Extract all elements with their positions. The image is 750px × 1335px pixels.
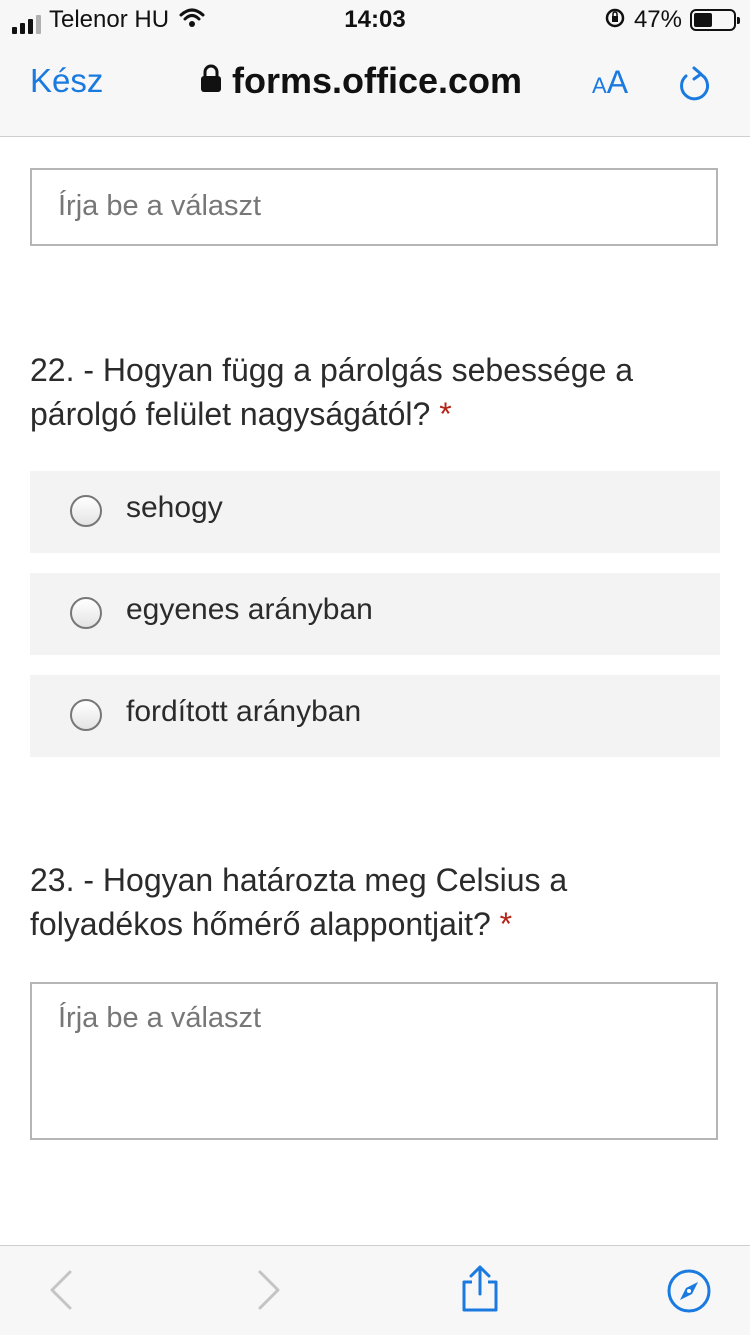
required-mark: *	[439, 396, 452, 432]
answer-placeholder: Írja be a választ	[58, 190, 262, 222]
status-bar: Telenor HU 14:03 47%	[0, 0, 750, 40]
rotation-lock-icon	[604, 7, 626, 34]
option-label: fordított arányban	[126, 695, 362, 728]
done-button[interactable]: Kész	[30, 62, 103, 100]
answer-textarea-q23[interactable]: Írja be a választ	[30, 982, 718, 1140]
compass-icon[interactable]	[666, 1268, 712, 1319]
back-icon[interactable]	[46, 1268, 76, 1317]
answer-placeholder: Írja be a választ	[58, 1002, 262, 1034]
question-22-text: 22. - Hogyan függ a párolgás sebessége a…	[30, 352, 634, 432]
option-egyenes-aranyban[interactable]: egyenes arányban	[30, 573, 720, 655]
battery-percent: 47%	[633, 6, 682, 33]
url-text: forms.office.com	[232, 60, 523, 101]
question-23-title: 23. - Hogyan határozta meg Celsius a fol…	[30, 858, 710, 946]
browser-nav-bar: Kész forms.office.com AA	[0, 40, 750, 137]
text-size-big-glyph: A	[606, 64, 629, 100]
radio-button[interactable]	[70, 495, 102, 527]
lock-icon	[200, 64, 222, 99]
required-mark: *	[499, 906, 513, 942]
question-22-title: 22. - Hogyan függ a párolgás sebessége a…	[30, 348, 710, 436]
option-label: sehogy	[126, 491, 223, 524]
text-size-small-glyph: A	[592, 73, 607, 98]
text-size-button[interactable]: AA	[592, 64, 628, 101]
address-bar[interactable]: forms.office.com	[200, 60, 522, 102]
radio-button[interactable]	[70, 699, 102, 731]
reload-icon[interactable]	[676, 64, 712, 109]
option-sehogy[interactable]: sehogy	[30, 471, 720, 553]
option-forditott-aranyban[interactable]: fordított arányban	[30, 675, 720, 757]
browser-toolbar	[0, 1245, 750, 1335]
answer-input-previous[interactable]: Írja be a választ	[30, 168, 718, 246]
question-23-text: 23. - Hogyan határozta meg Celsius a fol…	[30, 862, 568, 942]
forward-icon[interactable]	[254, 1268, 284, 1317]
radio-button[interactable]	[70, 597, 102, 629]
battery-icon	[690, 9, 740, 31]
option-label: egyenes arányban	[126, 593, 373, 626]
share-icon[interactable]	[458, 1264, 502, 1319]
